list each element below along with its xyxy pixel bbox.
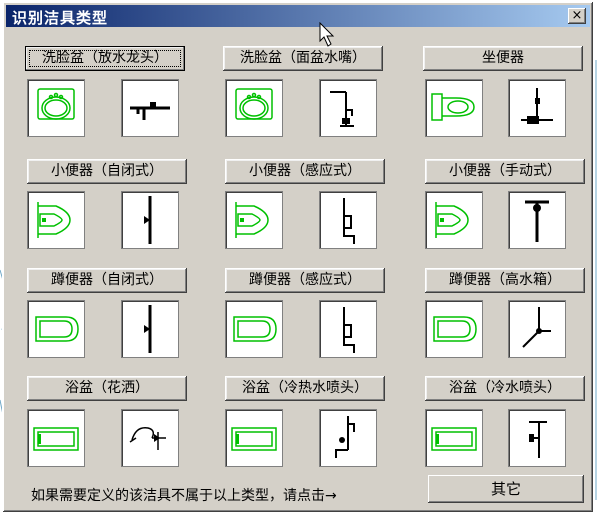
mouse-cursor-icon bbox=[319, 22, 335, 47]
fixture-button-squat-hightank[interactable]: 蹲便器（高水箱） bbox=[425, 268, 585, 293]
fixture-button-toilet[interactable]: 坐便器 bbox=[423, 46, 583, 71]
fixture-button-bathtub-cold-spray[interactable]: 浴盆（冷水喷头） bbox=[425, 376, 585, 401]
other-type-prompt: 如果需要定义的该洁具不属于以上类型，请点击→ bbox=[31, 488, 337, 504]
fixture-button-bathtub-shower[interactable]: 浴盆（花洒） bbox=[27, 376, 187, 401]
fixture-button-squat-selfclosing[interactable]: 蹲便器（自闭式） bbox=[27, 268, 187, 293]
fixture-button-urinal-manual[interactable]: 小便器（手动式） bbox=[425, 159, 585, 184]
washbasin-plan-icon[interactable] bbox=[27, 79, 85, 137]
fixture-button-washbasin-faucet[interactable]: 洗脸盆（放水龙头） bbox=[25, 46, 185, 71]
fixture-button-urinal-sensor[interactable]: 小便器（感应式） bbox=[225, 159, 385, 184]
basin-tap-system-icon[interactable] bbox=[319, 79, 377, 137]
squat-sensor-system-icon[interactable] bbox=[319, 300, 377, 358]
washbasin-plan-icon[interactable] bbox=[225, 79, 283, 137]
hot-cold-spray-system-icon[interactable] bbox=[319, 409, 377, 467]
fixture-button-squat-sensor[interactable]: 蹲便器（感应式） bbox=[225, 268, 385, 293]
urinal-plan-icon[interactable] bbox=[425, 191, 483, 249]
urinal-selfclosing-system-icon[interactable] bbox=[121, 191, 179, 249]
squat-toilet-plan-icon[interactable] bbox=[225, 300, 283, 358]
shower-system-icon[interactable] bbox=[121, 409, 179, 467]
squat-selfclosing-system-icon[interactable] bbox=[121, 300, 179, 358]
dialog-title: 识别洁具类型 bbox=[12, 9, 109, 27]
urinal-plan-icon[interactable] bbox=[225, 191, 283, 249]
cold-spray-system-icon[interactable] bbox=[508, 409, 566, 467]
close-button[interactable]: × bbox=[568, 8, 586, 24]
fixture-button-urinal-selfclosing[interactable]: 小便器（自闭式） bbox=[27, 159, 187, 184]
other-button[interactable]: 其它 bbox=[428, 475, 584, 503]
fixture-button-washbasin-tap[interactable]: 洗脸盆（面盆水嘴） bbox=[223, 46, 383, 71]
squat-toilet-plan-icon[interactable] bbox=[27, 300, 85, 358]
identify-fixture-type-dialog: 识别洁具类型 × 洗脸盆（放水龙头） 洗脸盆（面盆水嘴） 坐便器 小便器（自闭式… bbox=[2, 1, 594, 513]
faucet-system-icon[interactable] bbox=[121, 79, 179, 137]
bathtub-plan-icon[interactable] bbox=[225, 409, 283, 467]
squat-toilet-plan-icon[interactable] bbox=[425, 300, 483, 358]
bathtub-plan-icon[interactable] bbox=[27, 409, 85, 467]
squat-hightank-system-icon[interactable] bbox=[508, 300, 566, 358]
urinal-sensor-system-icon[interactable] bbox=[319, 191, 377, 249]
toilet-plan-icon[interactable] bbox=[425, 79, 483, 137]
bathtub-plan-icon[interactable] bbox=[425, 409, 483, 467]
fixture-button-bathtub-hot-cold-spray[interactable]: 浴盆（冷热水喷头） bbox=[225, 376, 385, 401]
close-icon: × bbox=[571, 8, 583, 23]
urinal-manual-system-icon[interactable] bbox=[508, 191, 566, 249]
toilet-system-icon[interactable] bbox=[508, 79, 566, 137]
urinal-plan-icon[interactable] bbox=[27, 191, 85, 249]
title-bar[interactable]: 识别洁具类型 × bbox=[6, 5, 590, 27]
